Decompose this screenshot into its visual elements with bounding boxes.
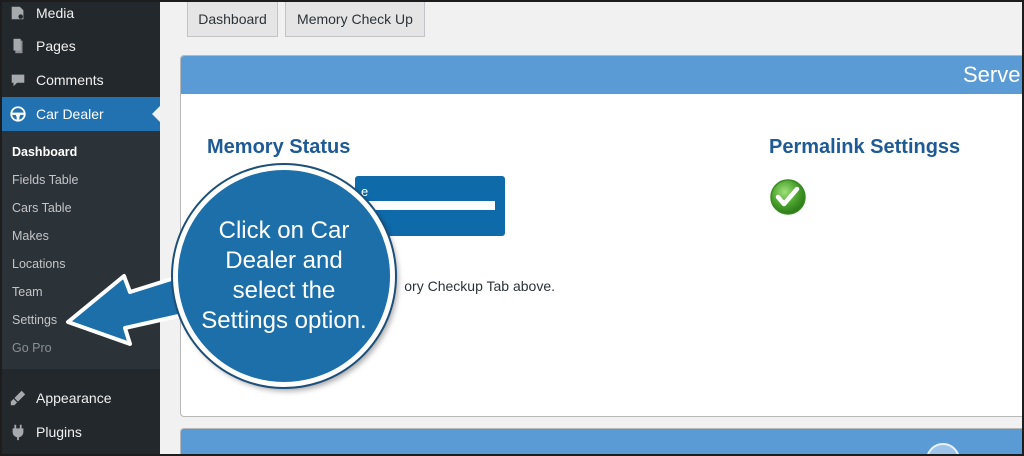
callout-bubble: Click on Car Dealer and select the Setti…: [173, 165, 395, 387]
callout-text: Click on Car Dealer and select the Setti…: [201, 217, 367, 334]
callout-arrow: [66, 268, 207, 346]
